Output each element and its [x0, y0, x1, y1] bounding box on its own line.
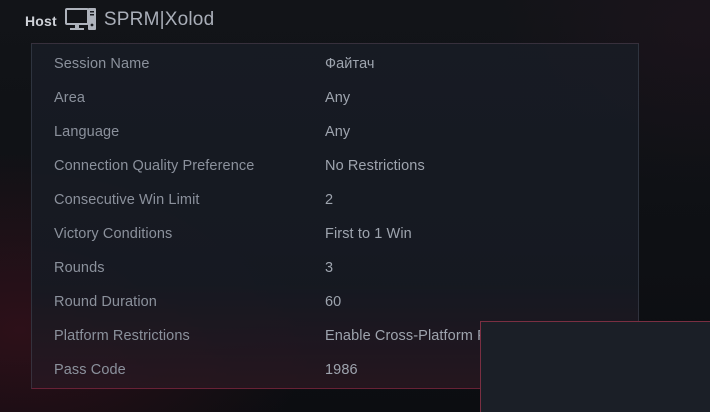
row-victory-conditions: Victory Conditions First to 1 Win — [32, 217, 638, 251]
row-value: 3 — [325, 260, 334, 276]
row-label: Rounds — [54, 260, 105, 276]
overlay-panel — [480, 321, 710, 412]
row-label: Round Duration — [54, 294, 157, 310]
row-label: Language — [54, 124, 120, 140]
row-label: Platform Restrictions — [54, 328, 190, 344]
computer-monitor-icon — [64, 6, 98, 34]
row-value: Any — [325, 90, 351, 106]
row-session-name: Session Name Файтач — [32, 47, 638, 81]
row-value: Файтач — [325, 56, 375, 72]
row-value: 2 — [325, 192, 334, 208]
row-round-duration: Round Duration 60 — [32, 285, 638, 319]
row-label: Victory Conditions — [54, 226, 173, 242]
row-label: Pass Code — [54, 362, 126, 378]
row-rounds: Rounds 3 — [32, 251, 638, 285]
host-label: Host — [25, 13, 57, 29]
row-value: First to 1 Win — [325, 226, 412, 242]
row-label: Session Name — [54, 56, 150, 72]
row-label: Connection Quality Preference — [54, 158, 255, 174]
host-name: SPRM|Xolod — [103, 9, 215, 30]
row-language: Language Any — [32, 115, 638, 149]
host-bar: Host SPRM|Xolod — [25, 6, 214, 34]
row-value: Any — [325, 124, 351, 140]
row-value: 60 — [325, 294, 342, 310]
row-label: Area — [54, 90, 86, 106]
row-connection-quality: Connection Quality Preference No Restric… — [32, 149, 638, 183]
row-area: Area Any — [32, 81, 638, 115]
row-consecutive-win-limit: Consecutive Win Limit 2 — [32, 183, 638, 217]
row-value: Enable Cross-Platform Pl — [325, 328, 491, 344]
row-value: 1986 — [325, 362, 358, 378]
row-value: No Restrictions — [325, 158, 425, 174]
row-label: Consecutive Win Limit — [54, 192, 200, 208]
